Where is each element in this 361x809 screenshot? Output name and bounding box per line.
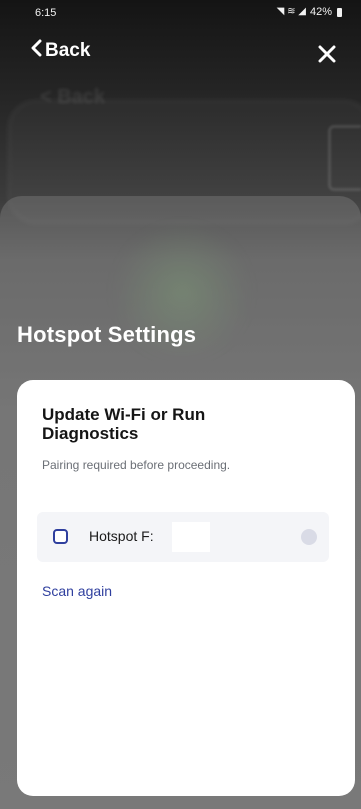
close-button[interactable] [313,40,341,68]
checkbox-icon[interactable] [53,529,68,544]
app-screen: < Back 6:15 ◥ ≋ ◢ 42% Back Hotspot Setti… [0,0,361,809]
status-time: 6:15 [35,7,57,19]
chevron-left-icon [30,39,42,61]
redacted-device-id [172,522,210,552]
page-title: Hotspot Settings [17,322,197,347]
card-title: Update Wi-Fi or Run Diagnostics [42,405,206,443]
pairing-card: Update Wi-Fi or Run Diagnostics Pairing … [17,380,355,796]
status-icons: ◥ ≋ ◢ 42% [277,6,342,18]
background-ghost-bracket [328,125,361,191]
close-icon [318,45,336,63]
back-button[interactable]: Back [30,39,91,62]
card-subtitle: Pairing required before proceeding. [42,458,231,472]
battery-percent: 42% [309,6,332,18]
status-bar: 6:15 ◥ ≋ ◢ 42% [0,0,361,28]
device-label: Hotspot F: [89,528,154,544]
scan-again-link[interactable]: Scan again [42,583,112,599]
battery-icon [337,7,342,17]
back-label: Back [45,40,91,61]
signal-wifi-icon: ◥ ≋ ◢ [276,6,306,17]
device-status-indicator [301,529,317,545]
device-list-item[interactable]: Hotspot F: [37,512,329,562]
chevron-left-svg [31,39,42,57]
